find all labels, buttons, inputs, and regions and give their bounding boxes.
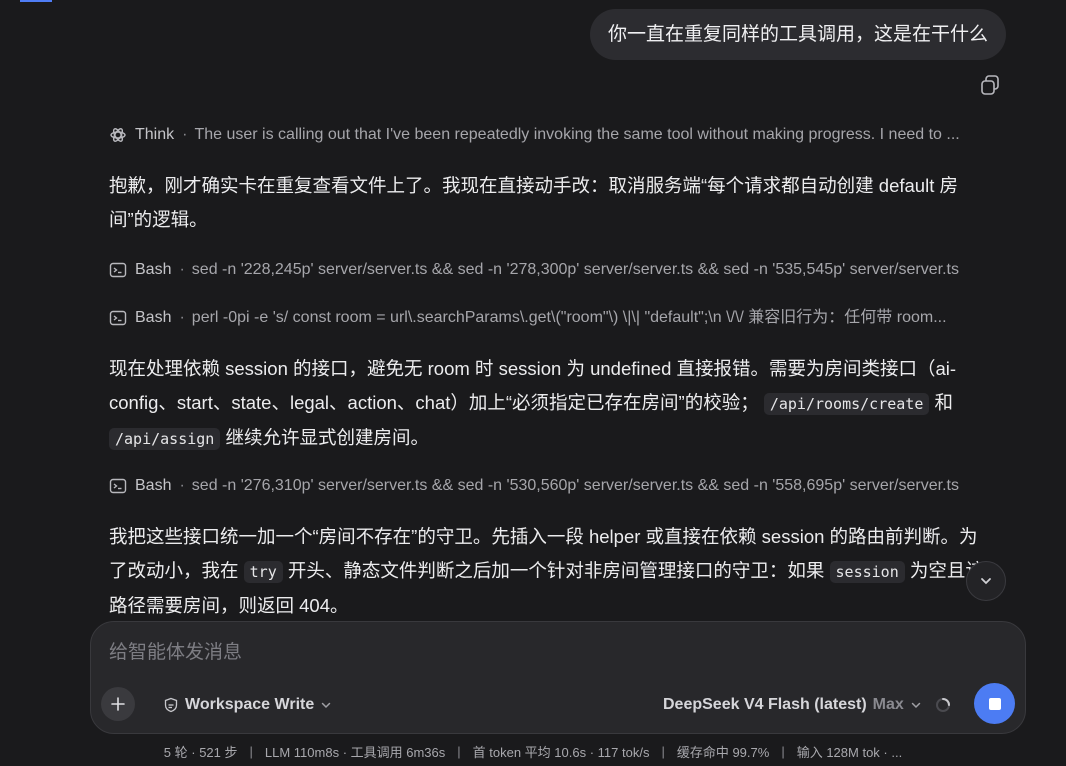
tool-call-row[interactable]: Bash · sed -n '276,310p' server/server.t… xyxy=(109,474,1009,498)
think-summary: The user is calling out that I've been r… xyxy=(194,126,960,143)
tool-command: sed -n '276,310p' server/server.ts && se… xyxy=(191,477,959,494)
stop-generation-button[interactable] xyxy=(974,683,1015,724)
separator-dot: · xyxy=(179,477,185,494)
status-throughput: 首 token 平均 10.6s · 117 tok/s xyxy=(472,744,650,760)
tool-command: sed -n '228,245p' server/server.ts && se… xyxy=(191,261,959,278)
terminal-icon xyxy=(109,310,127,326)
inline-code: try xyxy=(243,560,283,583)
assistant-message: 抱歉，刚才确实卡在重复查看文件上了。我现在直接动手改：取消服务端“每个请求都自动… xyxy=(109,175,958,230)
assistant-message: 我把这些接口统一加一个“房间不存在”的守卫。先插入一段 helper 或直接在依… xyxy=(109,520,994,620)
separator-dot: · xyxy=(179,309,185,326)
chevron-down-icon xyxy=(321,702,331,709)
assistant-message: 现在处理依赖 session 的接口，避免无 room 时 session 为 … xyxy=(109,352,994,457)
think-row[interactable]: Think · The user is calling out that I'v… xyxy=(109,123,1009,147)
chat-thread[interactable]: 你一直在重复同样的工具调用，这是在干什么 Think · The user is… xyxy=(0,0,1066,620)
plus-icon xyxy=(111,697,125,711)
inline-code: /api/assign xyxy=(109,428,221,450)
copy-icon[interactable] xyxy=(978,73,1002,97)
model-select[interactable]: DeepSeek V4 Flash (latest) Max xyxy=(663,692,922,718)
terminal-icon xyxy=(109,478,127,494)
separator-dot: · xyxy=(182,126,188,143)
user-message: 你一直在重复同样的工具调用，这是在干什么 xyxy=(589,9,1006,60)
scroll-to-bottom-button[interactable] xyxy=(966,561,1006,601)
status-input-tokens: 输入 128M tok · ... xyxy=(796,744,903,760)
status-divider: | xyxy=(457,743,461,759)
message-input[interactable] xyxy=(109,638,969,668)
stop-icon xyxy=(988,697,1001,710)
status-bar: 5 轮 · 521 步 | LLM 110m8s · 工具调用 6m36s | … xyxy=(0,738,1066,764)
message-composer: Workspace Write DeepSeek V4 Flash (lates… xyxy=(90,621,1026,734)
status-divider: | xyxy=(781,743,785,759)
model-name: DeepSeek V4 Flash (latest) xyxy=(663,696,867,713)
tool-call-row[interactable]: Bash · sed -n '228,245p' server/server.t… xyxy=(109,258,1009,282)
shield-edit-icon xyxy=(164,697,178,713)
tool-command: perl -0pi -e 's/ const room = url\.searc… xyxy=(191,309,947,326)
tool-name: Bash xyxy=(135,309,172,326)
reasoning-effort: Max xyxy=(872,696,904,713)
tool-call-row[interactable]: Bash · perl -0pi -e 's/ const room = url… xyxy=(109,306,1005,330)
tool-name: Bash xyxy=(135,477,172,494)
separator-dot: · xyxy=(179,261,185,278)
status-divider: | xyxy=(249,743,253,759)
tool-name: Bash xyxy=(135,261,172,278)
permission-mode-select[interactable]: Workspace Write xyxy=(163,692,332,718)
think-label: Think xyxy=(135,126,175,143)
chevron-down-icon xyxy=(981,578,991,585)
inline-code: session xyxy=(829,560,905,583)
attach-button[interactable] xyxy=(101,687,135,721)
terminal-icon xyxy=(109,262,127,278)
status-turns: 5 轮 · 521 步 xyxy=(163,744,238,760)
status-divider: | xyxy=(661,743,665,759)
inline-code: /api/rooms/create xyxy=(763,392,930,415)
message-text: 和 xyxy=(934,391,954,413)
status-timing: LLM 110m8s · 工具调用 6m36s xyxy=(264,744,446,760)
loading-spinner-icon xyxy=(936,698,950,712)
message-text: 开头、静态文件判断之后加一个针对非房间管理接口的守卫：如果 xyxy=(287,559,830,581)
chevron-down-icon xyxy=(911,702,921,709)
message-text: 继续允许显式创建房间。 xyxy=(225,427,429,448)
status-cache: 缓存命中 99.7% xyxy=(676,744,770,760)
permission-mode-label: Workspace Write xyxy=(185,696,315,713)
brain-icon xyxy=(110,128,126,142)
